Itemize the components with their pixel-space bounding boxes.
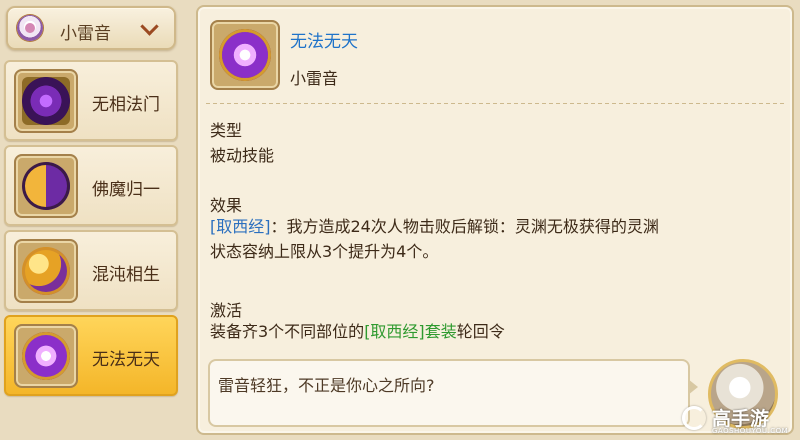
activate-set-word: 套装 <box>424 322 457 341</box>
activate-heading: 激活 <box>210 301 243 320</box>
skill-item-wuxiang-famen[interactable]: 无相法门 <box>4 60 178 141</box>
skill-detail-icon-frame <box>210 20 280 90</box>
sect-dropdown-label: 小雷音 <box>60 24 111 44</box>
skill-item-fomo-guiyi[interactable]: 佛魔归一 <box>4 145 178 226</box>
skill-icon-frame <box>14 324 78 388</box>
type-heading: 类型 <box>210 121 243 140</box>
wuxiang-fame-icon <box>22 77 70 125</box>
skill-icon-frame <box>14 239 78 303</box>
quote-text: 雷音轻狂，不正是你心之所向? <box>218 376 435 395</box>
activate-description: 装备齐3个不同部位的[取西经]套装轮回令 <box>210 319 780 344</box>
skill-sect: 小雷音 <box>290 69 339 88</box>
watermark-url: GAOSHOUYOU.COM <box>712 427 789 435</box>
effect-text-line2: 状态容纳上限从3个提升为4个。 <box>210 242 439 261</box>
divider <box>206 103 784 104</box>
activate-prefix: 装备齐3个不同部位的 <box>210 322 365 341</box>
fomo-guiyi-icon <box>22 162 70 210</box>
effect-description: [取西经]：我方造成24次人物击败后解锁：灵渊无极获得的灵渊 状态容纳上限从3个… <box>210 214 780 264</box>
sect-emblem-icon <box>17 15 43 41</box>
skill-item-label: 混沌相生 <box>92 265 160 285</box>
watermark: 高手游 GAOSHOUYOU.COM <box>682 402 792 436</box>
type-value: 被动技能 <box>210 146 275 165</box>
effect-set-tag: [取西经] <box>210 217 271 236</box>
skill-item-label: 无法无天 <box>92 350 160 370</box>
effect-heading: 效果 <box>210 196 243 215</box>
skill-item-label: 无相法门 <box>92 95 160 115</box>
wufa-wutian-icon <box>22 332 70 380</box>
skill-list: 无相法门 佛魔归一 混沌相生 无法无天 <box>4 60 178 400</box>
skill-item-label: 佛魔归一 <box>92 180 160 200</box>
sect-dropdown[interactable]: 小雷音 <box>6 6 176 50</box>
skill-detail-panel: 无法无天 小雷音 类型 被动技能 效果 [取西经]：我方造成24次人物击败后解锁… <box>196 5 794 435</box>
quote-bubble: 雷音轻狂，不正是你心之所向? <box>208 359 698 427</box>
skill-icon-frame <box>14 69 78 133</box>
chevron-down-icon <box>140 17 159 36</box>
activate-set-tag: [取西经] <box>364 322 425 341</box>
skill-item-wufa-wutian[interactable]: 无法无天 <box>4 315 178 396</box>
skill-title: 无法无天 <box>290 32 358 52</box>
effect-text-line1: ：我方造成24次人物击败后解锁：灵渊无极获得的灵渊 <box>270 217 659 236</box>
wufa-wutian-icon <box>219 29 271 81</box>
skill-item-hundun-xiangsheng[interactable]: 混沌相生 <box>4 230 178 311</box>
watermark-logo-icon <box>682 406 706 430</box>
activate-suffix: 轮回令 <box>456 322 505 341</box>
hundun-xiangsheng-icon <box>22 247 70 295</box>
skill-icon-frame <box>14 154 78 218</box>
